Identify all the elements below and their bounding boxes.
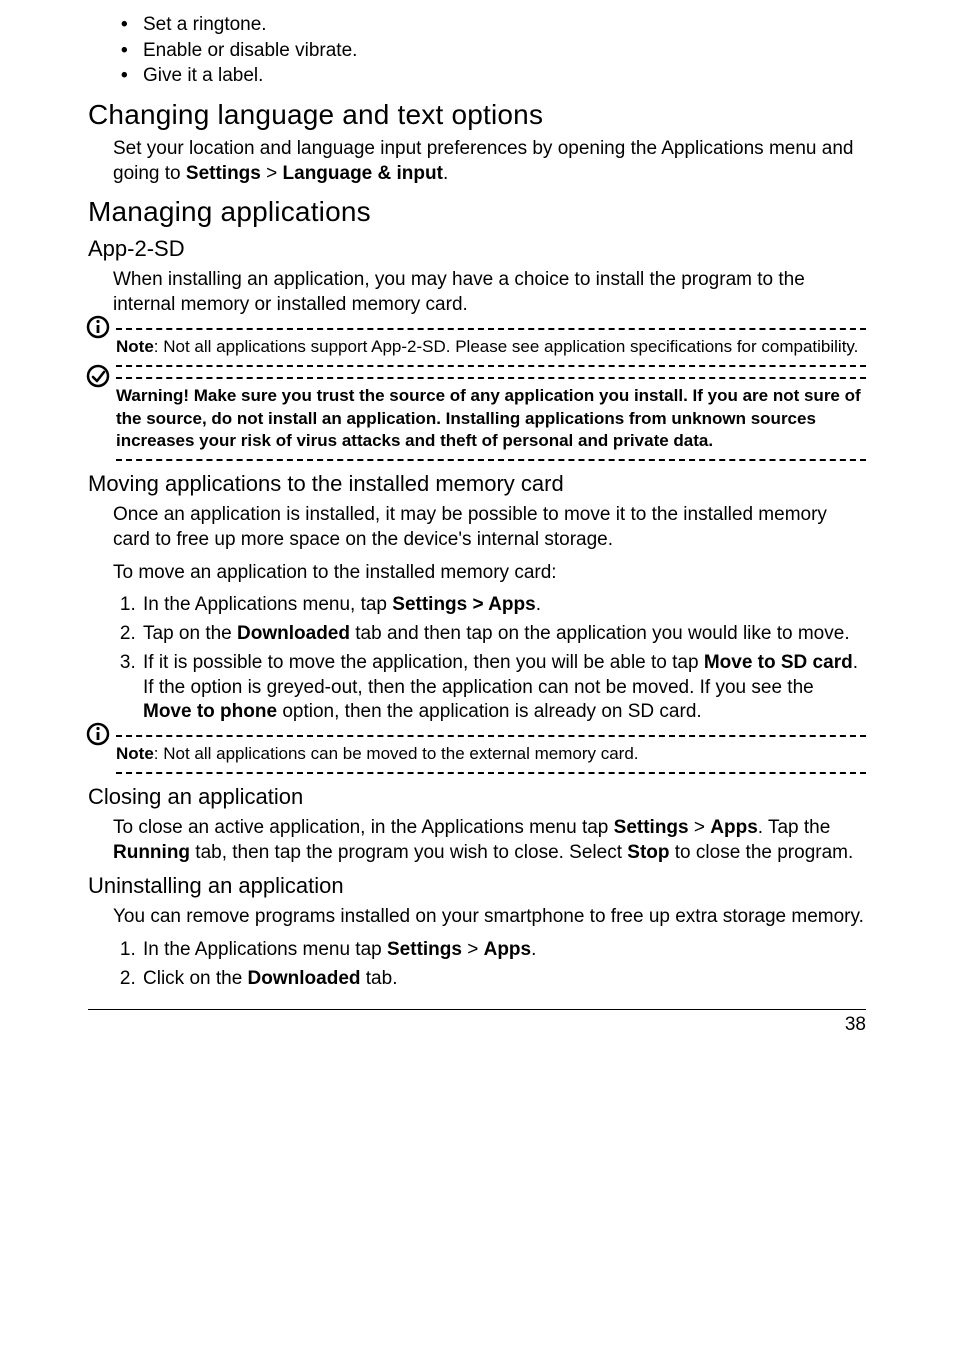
text: . — [443, 163, 448, 184]
heading-app2sd: App-2-SD — [88, 236, 866, 262]
text-bold: Settings — [186, 163, 261, 184]
heading-managing-apps: Managing applications — [88, 196, 866, 228]
text: . Tap the — [758, 817, 831, 838]
warning-icon — [86, 364, 110, 388]
list-item: In the Applications menu tap Settings > … — [141, 938, 866, 963]
page: Set a ringtone. Enable or disable vibrat… — [0, 0, 954, 1352]
text: To close an active application, in the A… — [113, 817, 614, 838]
text: . — [531, 939, 536, 960]
text: Tap on the — [143, 623, 237, 644]
paragraph-language: Set your location and language input pre… — [113, 137, 866, 186]
note-callout: Note: Not all applications support App-2… — [88, 328, 866, 367]
callout-content: Note: Not all applications support App-2… — [88, 330, 866, 365]
text: Click on the — [143, 968, 248, 989]
text-bold: Apps — [484, 939, 532, 960]
text-bold: Stop — [627, 842, 669, 863]
text: . — [536, 594, 541, 615]
text-bold: Apps — [710, 817, 758, 838]
text: > — [689, 817, 711, 838]
footer-divider — [88, 1009, 866, 1010]
text: tab. — [361, 968, 398, 989]
text-bold: Settings > Apps — [392, 594, 535, 615]
info-icon — [86, 722, 110, 746]
uninstall-steps-list: In the Applications menu tap Settings > … — [113, 938, 866, 991]
text-bold: Downloaded — [248, 968, 361, 989]
move-steps-list: In the Applications menu, tap Settings >… — [113, 593, 866, 724]
list-item: Click on the Downloaded tab. — [141, 967, 866, 992]
page-number: 38 — [88, 1014, 866, 1036]
text: to close the program. — [670, 842, 854, 863]
callout-content: Warning! Make sure you trust the source … — [88, 379, 866, 460]
note-callout: Note: Not all applications can be moved … — [88, 735, 866, 774]
list-item: Set a ringtone. — [143, 12, 866, 38]
info-icon — [86, 315, 110, 339]
warning-text: Warning! Make sure you trust the source … — [116, 386, 861, 451]
heading-uninstall-app: Uninstalling an application — [88, 873, 866, 899]
list-item: Tap on the Downloaded tab and then tap o… — [141, 622, 866, 647]
text: tab, then tap the program you wish to cl… — [190, 842, 627, 863]
text-bold: Move to phone — [143, 701, 277, 722]
text-bold: Settings — [387, 939, 462, 960]
paragraph-uninstall: You can remove programs installed on you… — [113, 905, 866, 930]
list-item: In the Applications menu, tap Settings >… — [141, 593, 866, 618]
heading-moving-apps: Moving applications to the installed mem… — [88, 471, 866, 497]
note-text: : Not all applications support App-2-SD.… — [154, 337, 859, 356]
list-item: Enable or disable vibrate. — [143, 38, 866, 64]
text: tab and then tap on the application you … — [350, 623, 850, 644]
paragraph-app2sd: When installing an application, you may … — [113, 268, 866, 317]
text-bold: Running — [113, 842, 190, 863]
text: If it is possible to move the applicatio… — [143, 652, 704, 673]
text: In the Applications menu tap — [143, 939, 387, 960]
divider — [116, 459, 866, 461]
text-bold: Settings — [614, 817, 689, 838]
text: option, then the application is already … — [277, 701, 702, 722]
callout-content: Note: Not all applications can be moved … — [88, 737, 866, 772]
note-label: Note — [116, 337, 154, 356]
paragraph-moving2: To move an application to the installed … — [113, 561, 866, 586]
heading-closing-app: Closing an application — [88, 784, 866, 810]
text-bold: Move to SD card — [704, 652, 853, 673]
divider — [116, 365, 866, 367]
paragraph-closing: To close an active application, in the A… — [113, 816, 866, 865]
text: In the Applications menu, tap — [143, 594, 392, 615]
note-text: : Not all applications can be moved to t… — [154, 744, 639, 763]
paragraph-moving1: Once an application is installed, it may… — [113, 503, 866, 552]
divider — [116, 772, 866, 774]
text-bold: Downloaded — [237, 623, 350, 644]
heading-language-options: Changing language and text options — [88, 99, 866, 131]
intro-bullet-list: Set a ringtone. Enable or disable vibrat… — [88, 12, 866, 89]
list-item: If it is possible to move the applicatio… — [141, 651, 866, 725]
warning-callout: Warning! Make sure you trust the source … — [88, 377, 866, 462]
text: > — [462, 939, 484, 960]
list-item: Give it a label. — [143, 63, 866, 89]
text: > — [261, 163, 283, 184]
note-label: Note — [116, 744, 154, 763]
text-bold: Language & input — [283, 163, 443, 184]
